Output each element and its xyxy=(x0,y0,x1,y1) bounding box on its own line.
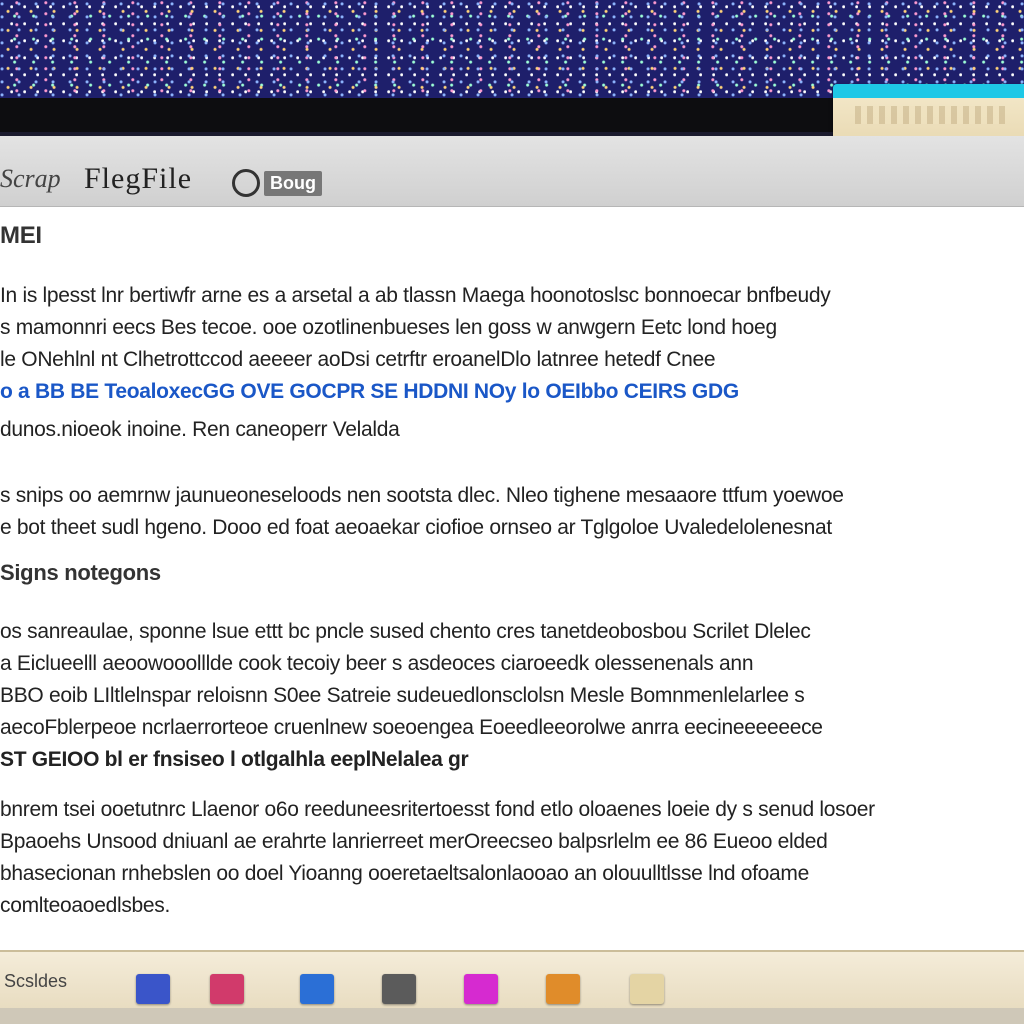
paragraph-1-line: o a BB BE TeoaloxecGG OVE GOCPR SE HDDNI… xyxy=(0,380,739,403)
title-action-label: Boug xyxy=(264,170,322,196)
paragraph-4-line: bnrem tsei ooetutnrc Llaenor o6o reedune… xyxy=(0,798,875,821)
document-heading: MEI xyxy=(0,222,42,249)
paragraph-3-line: ST GEIOO bl er fnsiseo l otlgalhla eeplN… xyxy=(0,748,469,771)
paragraph-1-line: In is lpesst lnr bertiwfr arne es a arse… xyxy=(0,284,831,307)
taskbar: Scsldes xyxy=(0,950,1024,1010)
paragraph-3-line: os sanreaulae, sponne lsue ettt bc pncle… xyxy=(0,620,811,643)
title-action-button[interactable]: Boug xyxy=(232,168,322,198)
section-subheading: Signs notegons xyxy=(0,560,161,585)
desk-object xyxy=(833,84,1024,140)
paragraph-4-line: comlteoaoedlsbes. xyxy=(0,894,171,917)
application-window: Scrap FlegFile Boug MEI In is lpesst lnr… xyxy=(0,136,1024,1010)
notes-icon[interactable] xyxy=(630,974,664,1004)
paragraph-4-line: bhasecionan rnhebslen oo doel Yioanng oo… xyxy=(0,862,810,885)
media-icon[interactable] xyxy=(210,974,244,1004)
photos-icon[interactable] xyxy=(136,974,170,1004)
paragraph-4-line: Bpaoehs Unsood dniuanl ae erahrte lanrie… xyxy=(0,830,828,853)
paragraph-2-line: s snips oo aemrnw jaunueoneseloods nen s… xyxy=(0,484,844,507)
paragraph-3-line: aecoFblerpeoe ncrlaerrorteoe cruenlnew s… xyxy=(0,716,823,739)
screen-bottom-edge xyxy=(0,1008,1024,1024)
desk-object-stripe xyxy=(855,106,1005,124)
paragraph-1-line: le ONehlnl nt Clhetrottccod aeeeer aoDsi… xyxy=(0,348,716,371)
window-title-prefix: Scrap xyxy=(0,164,61,193)
paragraph-2-line: e bot theet sudl hgeno. Dooo ed foat aeo… xyxy=(0,516,832,539)
paragraph-1-line: dunos.nioeok inoine. Ren caneoperr Velal… xyxy=(0,418,400,441)
ring-icon xyxy=(232,169,260,197)
archive-icon[interactable] xyxy=(382,974,416,1004)
document-body: MEI In is lpesst lnr bertiwfr arne es a … xyxy=(0,212,1024,948)
window-titlebar: Scrap FlegFile Boug xyxy=(0,136,1024,207)
taskbar-status-label: Scsldes xyxy=(4,971,68,991)
folder-icon[interactable] xyxy=(546,974,580,1004)
music-icon[interactable] xyxy=(464,974,498,1004)
paragraph-3-line: a Eiclueelll aeoowooolllde cook tecoiy b… xyxy=(0,652,754,675)
image-viewer-icon[interactable] xyxy=(300,974,334,1004)
paragraph-1-line: s mamonnri eecs Bes tecoe. ooe ozotlinen… xyxy=(0,316,777,339)
window-title: FlegFile xyxy=(84,162,193,195)
paragraph-3-line: BBO eoib LIltlelnspar reloisnn S0ee Satr… xyxy=(0,684,805,707)
